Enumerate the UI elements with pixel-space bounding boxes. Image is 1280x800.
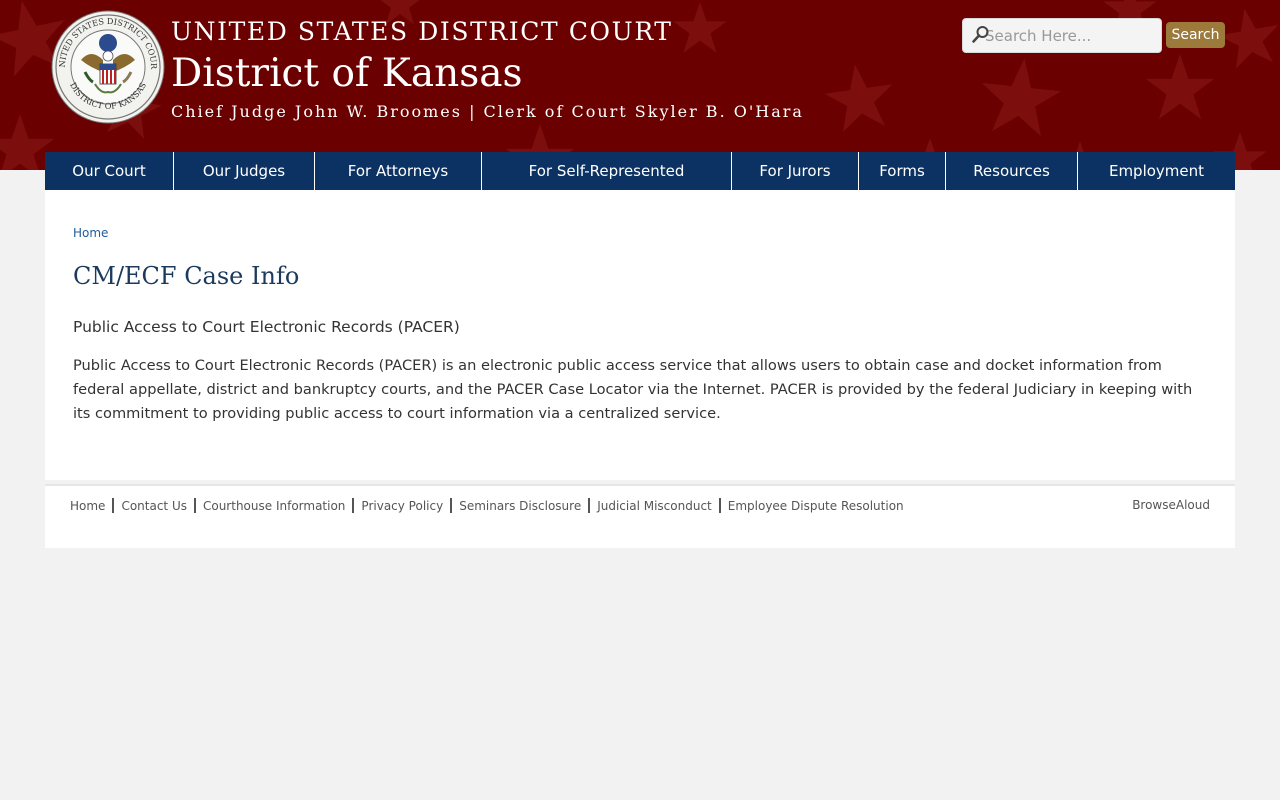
footer-link-employee-dispute-resolution[interactable]: Employee Dispute Resolution (728, 499, 904, 513)
footer-link-courthouse-information[interactable]: Courthouse Information (203, 499, 345, 513)
nav-item-our-court[interactable]: Our Court (45, 152, 174, 190)
footer-link-home[interactable]: Home (70, 499, 105, 513)
footer-divider (112, 498, 115, 513)
nav-item-our-judges[interactable]: Our Judges (174, 152, 315, 190)
body-paragraph: Public Access to Court Electronic Record… (73, 357, 1193, 422)
footer-link-privacy-policy[interactable]: Privacy Policy (361, 499, 443, 513)
nav-item-for-self-represented[interactable]: For Self-Represented (482, 152, 732, 190)
search-input[interactable] (962, 18, 1162, 53)
court-seal-logo[interactable]: UNITED STATES DISTRICT COURT DISTRICT OF… (48, 2, 165, 124)
search-button[interactable]: Search (1166, 22, 1225, 48)
footer-link-contact-us[interactable]: Contact Us (121, 499, 187, 513)
footer-link-judicial-misconduct[interactable]: Judicial Misconduct (597, 499, 712, 513)
footer-divider (588, 498, 591, 513)
footer-divider (450, 498, 453, 513)
nav-item-resources[interactable]: Resources (946, 152, 1078, 190)
main-content: Home CM/ECF Case Info Public Access to C… (45, 190, 1235, 480)
nav-item-employment[interactable]: Employment (1078, 152, 1235, 190)
section-subheading: Public Access to Court Electronic Record… (73, 318, 460, 336)
footer-divider (193, 498, 196, 513)
main-navigation: Our Court Our Judges For Attorneys For S… (45, 152, 1235, 190)
site-header: UNITED STATES DISTRICT COURT DISTRICT OF… (0, 0, 1280, 170)
court-name: UNITED STATES DISTRICT COURT (171, 17, 673, 46)
judges-line: Chief Judge John W. Broomes | Clerk of C… (171, 102, 804, 121)
browsealoud-link[interactable]: BrowseAloud (1132, 498, 1210, 512)
breadcrumb: Home (73, 226, 108, 240)
footer-divider (352, 498, 355, 513)
district-name: District of Kansas (171, 51, 523, 96)
nav-item-for-jurors[interactable]: For Jurors (732, 152, 859, 190)
footer-divider (718, 498, 721, 513)
footer-links: Home Contact Us Courthouse Information P… (70, 498, 904, 513)
breadcrumb-home-link[interactable]: Home (73, 226, 108, 240)
nav-item-for-attorneys[interactable]: For Attorneys (315, 152, 482, 190)
site-footer: Home Contact Us Courthouse Information P… (45, 484, 1235, 548)
nav-item-forms[interactable]: Forms (859, 152, 946, 190)
page-title: CM/ECF Case Info (73, 262, 300, 290)
search-icon (972, 25, 990, 43)
footer-link-seminars-disclosure[interactable]: Seminars Disclosure (459, 499, 581, 513)
